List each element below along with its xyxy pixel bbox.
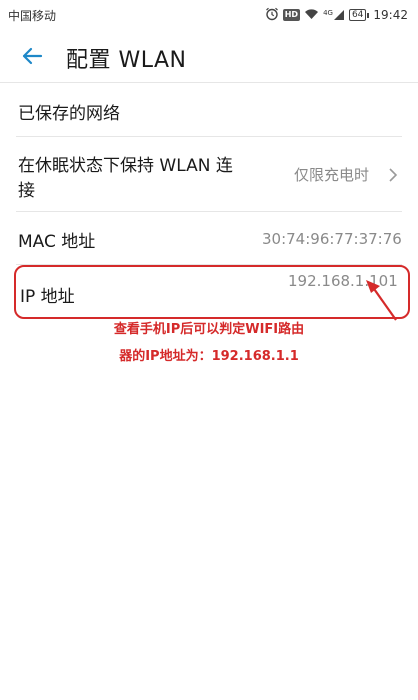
wifi-icon [304, 8, 319, 23]
alarm-icon [265, 7, 279, 24]
status-bar: 中国移动 HD 4G 64 19:42 [0, 0, 418, 30]
mac-address-value: 30:74:96:77:37:76 [262, 230, 402, 248]
keep-wlan-sleep-label-line2: 接 [18, 181, 35, 201]
back-arrow-icon [22, 47, 43, 65]
cellular-signal-icon: 4G [323, 9, 345, 21]
page-title: 配置 WLAN [66, 48, 187, 73]
clock-time: 19:42 [373, 8, 408, 22]
keep-wlan-sleep-label-line1: 在休眠状态下保持 WLAN 连 [18, 156, 233, 176]
chevron-right-icon [388, 167, 398, 187]
battery-icon: 64 [348, 9, 370, 21]
carrier-name: 中国移动 [8, 8, 57, 23]
ip-highlight-box [14, 265, 410, 319]
saved-networks-label: 已保存的网络 [18, 104, 120, 124]
keep-wlan-sleep-row[interactable]: 在休眠状态下保持 WLAN 连 接 仅限充电时 [0, 137, 418, 210]
hd-badge: HD [282, 9, 301, 21]
saved-networks-row[interactable]: 已保存的网络 [0, 86, 418, 136]
app-bar: 配置 WLAN [0, 30, 418, 82]
keep-wlan-sleep-value: 仅限充电时 [294, 166, 370, 184]
mac-address-row: MAC 地址 30:74:96:77:37:76 [0, 212, 418, 264]
back-button[interactable] [18, 42, 46, 70]
annotation-line-2: 器的IP地址为：192.168.1.1 [119, 349, 299, 364]
app-bar-divider [0, 82, 418, 83]
battery-level: 64 [348, 9, 367, 21]
mac-address-label: MAC 地址 [18, 232, 96, 252]
network-type-label: 4G [323, 9, 333, 17]
annotation-line-1: 查看手机IP后可以判定WIFI路由 [113, 322, 305, 337]
